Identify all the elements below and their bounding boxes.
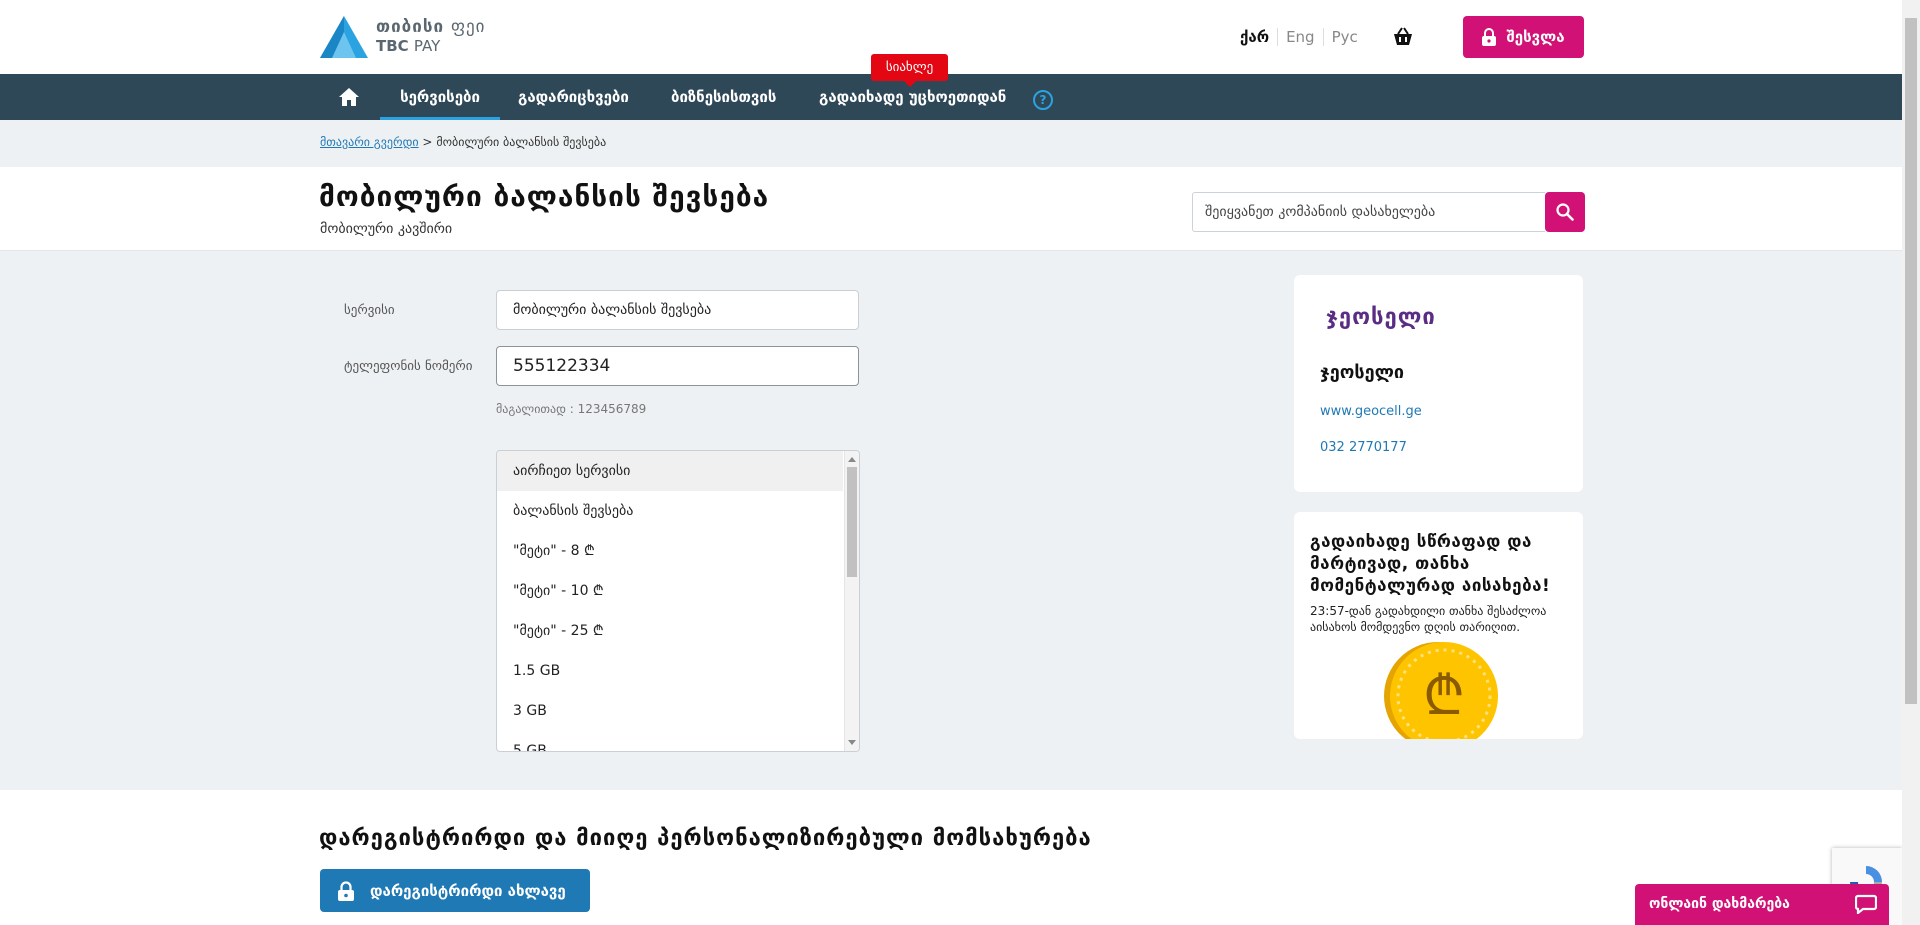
breadcrumb: მთავარი გვერდი > მობილური ბალანსის შევსე… bbox=[320, 135, 606, 149]
help-icon[interactable]: ? bbox=[1033, 90, 1053, 110]
lang-ru[interactable]: Рус bbox=[1322, 28, 1366, 46]
main-nav: სერვისები გადარიცხვები ბიზნესისთვის გადა… bbox=[0, 74, 1902, 120]
service-option[interactable]: "მეტი" - 10 ₾ bbox=[497, 571, 843, 611]
phone-hint: მაგალითად : 123456789 bbox=[496, 402, 647, 416]
lari-coin-icon: ₾ bbox=[1384, 642, 1498, 739]
logo-text-ka-suffix: ფეი bbox=[450, 17, 486, 37]
service-option[interactable]: "მეტი" - 25 ₾ bbox=[497, 611, 843, 651]
register-section bbox=[0, 790, 1902, 925]
lang-ka[interactable]: ქარ bbox=[1232, 28, 1277, 46]
register-button-label: დარეგისტრირდი ახლავე bbox=[370, 881, 566, 900]
provider-name: ჯეოსელი bbox=[1320, 362, 1405, 383]
service-field[interactable]: მობილური ბალანსის შევსება bbox=[496, 290, 859, 330]
login-button[interactable]: შესვლა bbox=[1463, 16, 1584, 58]
phone-input[interactable]: 555122334 bbox=[496, 346, 859, 386]
list-scrollbar-thumb[interactable] bbox=[847, 467, 857, 577]
service-option[interactable]: "მეტი" - 8 ₾ bbox=[497, 531, 843, 571]
search-button[interactable] bbox=[1545, 192, 1585, 232]
page-scrollbar-thumb[interactable] bbox=[1905, 18, 1917, 704]
basket-icon[interactable] bbox=[1392, 26, 1414, 48]
chat-bubble-icon bbox=[1855, 894, 1877, 914]
logo-triangle-icon bbox=[320, 16, 368, 58]
breadcrumb-current: მობილური ბალანსის შევსება bbox=[436, 135, 607, 149]
register-title: დარეგისტრირდი და მიიღე პერსონალიზირებული… bbox=[319, 826, 1092, 851]
service-option[interactable]: 1.5 GB bbox=[497, 651, 843, 691]
company-search-input[interactable]: შეიყვანეთ კომპანიის დასახელება bbox=[1192, 192, 1545, 232]
lock-icon bbox=[1482, 28, 1497, 46]
provider-phone-link[interactable]: 032 2770177 bbox=[1320, 440, 1407, 455]
list-scrollbar[interactable] bbox=[844, 451, 859, 751]
lang-en[interactable]: Eng bbox=[1277, 28, 1323, 46]
lock-icon bbox=[338, 880, 354, 901]
service-option[interactable]: ბალანსის შევსება bbox=[497, 491, 843, 531]
language-switcher: ქარ Eng Рус bbox=[1232, 28, 1366, 46]
service-label: სერვისი bbox=[344, 303, 395, 318]
new-badge: სიახლე bbox=[871, 54, 948, 87]
nav-item-transfers[interactable]: გადარიცხვები bbox=[518, 74, 629, 120]
scroll-up-arrow-icon[interactable] bbox=[848, 457, 856, 462]
service-option[interactable]: 3 GB bbox=[497, 691, 843, 731]
phone-label: ტელეფონის ნომერი bbox=[344, 359, 473, 374]
online-help-chat[interactable]: ონლაინ დახმარება bbox=[1635, 884, 1889, 925]
promo-text: 23:57-დან გადახდილი თანხა შესაძლოა აისახ… bbox=[1310, 604, 1547, 634]
page-header bbox=[0, 167, 1902, 251]
promo-title: გადაიხადე სწრაფად და მარტივად, თანხა მომ… bbox=[1310, 532, 1551, 596]
page-subtitle: მობილური კავშირი bbox=[320, 221, 453, 237]
logo-text-ka: თიბისი bbox=[376, 17, 445, 37]
logo-text-en-suffix: PAY bbox=[413, 37, 441, 55]
breadcrumb-home-link[interactable]: მთავარი გვერდი bbox=[320, 135, 419, 149]
coin-illustration: ₾ bbox=[1294, 640, 1583, 739]
chat-label: ონლაინ დახმარება bbox=[1649, 896, 1790, 912]
logo-text-en: TBC bbox=[376, 37, 409, 55]
home-icon[interactable] bbox=[338, 87, 360, 107]
nav-item-services[interactable]: სერვისები bbox=[380, 74, 500, 120]
nav-item-business[interactable]: ბიზნესისთვის bbox=[671, 74, 776, 120]
scroll-down-arrow-icon[interactable] bbox=[848, 740, 856, 745]
register-button[interactable]: დარეგისტრირდი ახლავე bbox=[320, 869, 590, 912]
breadcrumb-separator: > bbox=[422, 135, 433, 149]
page-scrollbar[interactable] bbox=[1902, 0, 1920, 925]
service-option[interactable]: 5 GB bbox=[497, 731, 843, 751]
search-icon bbox=[1556, 203, 1574, 221]
service-select-list[interactable]: აირჩიეთ სერვისი ბალანსის შევსება "მეტი" … bbox=[496, 450, 860, 752]
geocell-logo: ჯეოსელი bbox=[1326, 305, 1436, 330]
top-bar: თიბისი ფეი TBC PAY ქარ Eng Рус შესვლა bbox=[0, 0, 1902, 74]
login-label: შესვლა bbox=[1506, 28, 1565, 46]
coin-symbol: ₾ bbox=[1423, 664, 1465, 727]
tbc-pay-logo[interactable]: თიბისი ფეი TBC PAY bbox=[318, 14, 485, 60]
page-title: მობილური ბალანსის შევსება bbox=[319, 180, 770, 213]
provider-website-link[interactable]: www.geocell.ge bbox=[1320, 404, 1422, 419]
service-option[interactable]: აირჩიეთ სერვისი bbox=[497, 451, 843, 491]
